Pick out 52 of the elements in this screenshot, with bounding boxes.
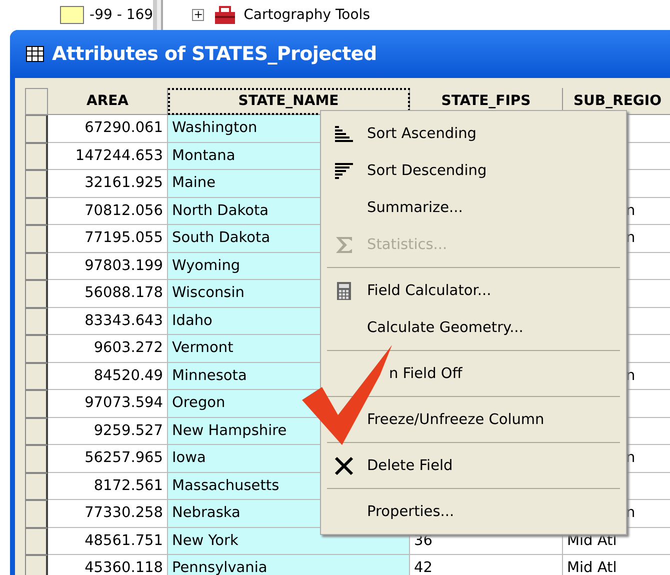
table-icon — [26, 46, 44, 62]
sort-descending-icon — [334, 162, 354, 180]
toolbox-label: Cartography Tools — [244, 7, 370, 23]
legend-label: -99 - 169 — [90, 7, 154, 23]
column-header[interactable]: STATE_NAME — [168, 88, 410, 115]
table-cell: 67290.061 — [48, 115, 168, 142]
delete-icon — [333, 456, 355, 476]
table-cell: 97803.199 — [48, 252, 168, 280]
sigma-icon — [334, 234, 354, 254]
row-selector[interactable] — [25, 528, 48, 555]
table-cell: 42 — [410, 555, 563, 575]
table-cell: 45360.118 — [48, 555, 168, 575]
table-cell: 84520.49 — [48, 362, 168, 390]
table-cell: 147244.653 — [48, 142, 168, 170]
window-title: Attributes of STATES_Projected — [52, 43, 377, 65]
table-cell: Pennsylvania — [168, 555, 410, 575]
header-corner — [25, 88, 48, 115]
table-cell: 77195.055 — [48, 225, 168, 252]
table-cell: 56257.965 — [48, 445, 168, 472]
row-selector[interactable] — [25, 390, 48, 418]
table-cell: 9259.527 — [48, 418, 168, 445]
table-cell: 56088.178 — [48, 280, 168, 308]
row-selector[interactable] — [25, 308, 48, 335]
expand-button[interactable]: + — [192, 9, 204, 21]
sort-ascending-icon — [334, 124, 354, 142]
table-cell: 32161.925 — [48, 170, 168, 198]
table-cell: Mid Atl — [563, 555, 670, 575]
row-selector[interactable] — [25, 225, 48, 252]
table-cell: 8172.561 — [48, 472, 168, 500]
table-cell: 48561.751 — [48, 528, 168, 555]
row-selector[interactable] — [25, 445, 48, 472]
row-selector[interactable] — [25, 362, 48, 390]
row-selector[interactable] — [25, 142, 48, 170]
row-selector[interactable] — [25, 472, 48, 500]
row-selector[interactable] — [25, 170, 48, 198]
toolbox-icon — [212, 4, 238, 26]
table-cell: 83343.643 — [48, 308, 168, 335]
table-cell: 9603.272 — [48, 335, 168, 362]
row-selector[interactable] — [25, 198, 48, 225]
row-selector[interactable] — [25, 252, 48, 280]
row-selector[interactable] — [25, 418, 48, 445]
calculator-icon — [336, 280, 352, 300]
row-selector[interactable] — [25, 115, 48, 142]
row-selector[interactable] — [25, 335, 48, 362]
table-cell: 70812.056 — [48, 198, 168, 225]
table-cell: 77330.258 — [48, 500, 168, 528]
row-selector[interactable] — [25, 280, 48, 308]
row-selector[interactable] — [25, 555, 48, 575]
legend-swatch — [60, 6, 84, 24]
table-cell: 97073.594 — [48, 390, 168, 418]
column-header[interactable]: AREA — [48, 88, 168, 115]
row-selector[interactable] — [25, 500, 48, 528]
